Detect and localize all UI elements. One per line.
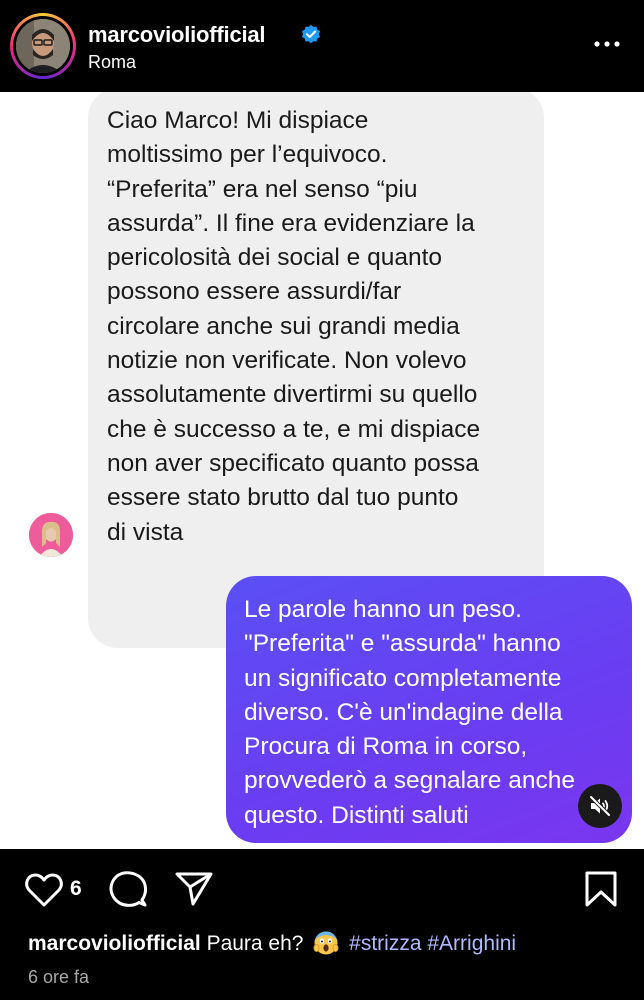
hashtag-link[interactable]: #Arrighini [427,932,516,955]
post-action-bar [0,849,644,929]
header-username[interactable]: marcovioliofficial [88,22,266,48]
caption-text: Paura eh? [206,932,304,955]
sender-avatar [29,513,73,557]
profile-avatar[interactable] [10,13,76,79]
more-horizontal-icon[interactable] [592,32,622,56]
incoming-message-text: Ciao Marco! Mi dispiace moltissimo per l… [107,107,481,546]
caption-username[interactable]: marcovioliofficial [28,932,201,955]
heart-icon[interactable] [24,872,64,908]
verified-badge-icon [302,24,320,44]
header-location[interactable]: Roma [88,52,136,73]
face-screaming-in-fear-emoji [313,931,339,955]
post-caption: marcovioliofficial Paura eh? #strizza #A… [28,929,516,956]
post-image[interactable]: Ciao Marco! Mi dispiace moltissimo per l… [0,92,644,849]
post-header: marcovioliofficial Roma [0,0,644,92]
comment-bubble-icon[interactable] [108,870,148,910]
speaker-muted-icon[interactable] [578,784,622,828]
bookmark-icon[interactable] [584,870,618,908]
post-timestamp: 6 ore fa [28,967,90,987]
hashtag-link[interactable]: #strizza [349,932,421,955]
avatar-photo [16,19,70,73]
incoming-message-bubble: Ciao Marco! Mi dispiace moltissimo per l… [88,92,544,648]
outgoing-message-bubble: Le parole hanno un peso. "Preferita" e "… [226,576,632,843]
like-count[interactable]: 6 [70,877,82,901]
send-paper-plane-icon[interactable] [174,870,214,908]
outgoing-message-text: Le parole hanno un peso. "Preferita" e "… [244,596,575,829]
